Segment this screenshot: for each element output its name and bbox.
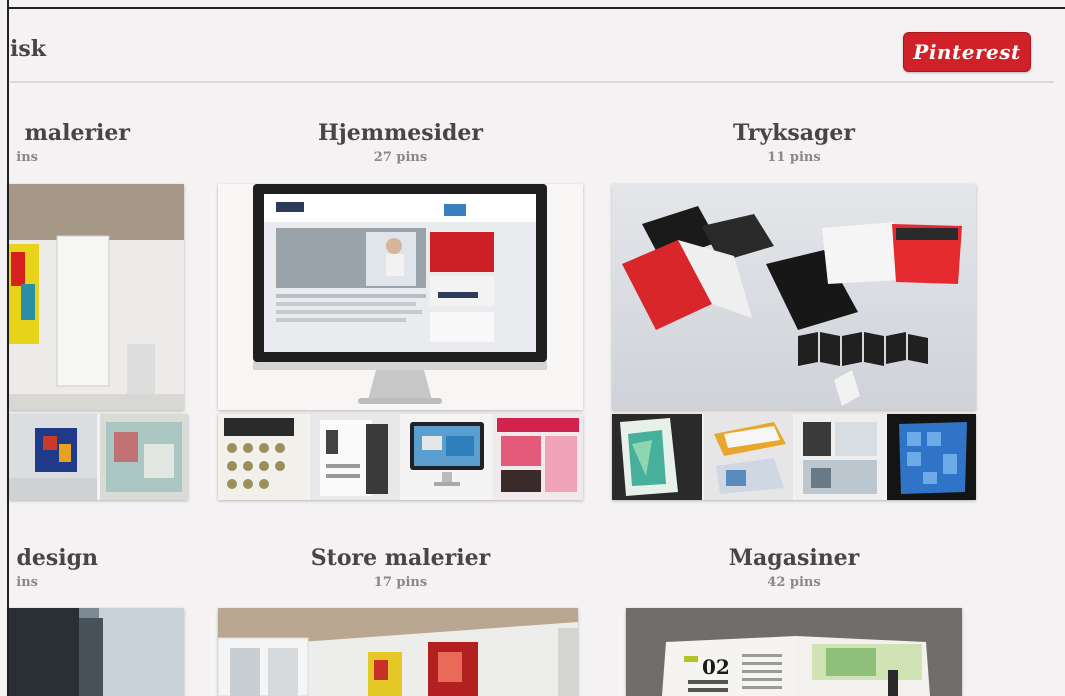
board-thumbnails [9, 414, 188, 500]
board-pin-count: 27 pins [373, 150, 428, 165]
board-cover-image[interactable] [9, 184, 184, 410]
board-cover-image[interactable] [9, 608, 184, 696]
board-pin-count: 11 pins [767, 150, 821, 165]
board-thumbnail[interactable] [9, 414, 98, 500]
board-thumbnail[interactable] [612, 414, 702, 500]
board-cover-image[interactable] [218, 608, 578, 696]
board-title[interactable]: Tryksager [612, 120, 976, 146]
board-thumbnail[interactable] [793, 414, 885, 500]
board-thumbnail[interactable] [307, 414, 400, 500]
board-thumbnail[interactable] [491, 414, 583, 500]
page-title: isk [10, 36, 46, 62]
board-thumbnail[interactable] [884, 414, 976, 500]
board-thumbnail[interactable] [218, 414, 308, 500]
board-pin-count: 42 pins [767, 575, 821, 590]
screenshot-border-top [7, 7, 1065, 9]
pinterest-button[interactable]: Pinterest [903, 32, 1031, 72]
board-cover-image[interactable] [218, 184, 583, 410]
board-pin-count: ins [16, 575, 38, 590]
board-thumbnails [218, 414, 583, 500]
board-thumbnail[interactable] [97, 414, 189, 500]
board-thumbnail[interactable] [399, 414, 492, 500]
board-thumbnails [612, 414, 976, 500]
header-divider [10, 81, 1054, 83]
board-pin-count: 17 pins [373, 575, 428, 590]
board-cover-image[interactable] [612, 184, 976, 410]
board-cover-image[interactable]: 02 [626, 608, 962, 696]
board-title[interactable]: malerier [2, 120, 130, 146]
board-title[interactable]: Store malerier [218, 545, 583, 571]
board-title[interactable]: Hjemmesider [218, 120, 583, 146]
board-title[interactable]: design [2, 545, 98, 571]
board-title[interactable]: Magasiner [612, 545, 976, 571]
magazine-cover-number: 02 [702, 655, 730, 679]
board-thumbnail[interactable] [701, 414, 793, 500]
board-pin-count: ins [16, 150, 38, 165]
